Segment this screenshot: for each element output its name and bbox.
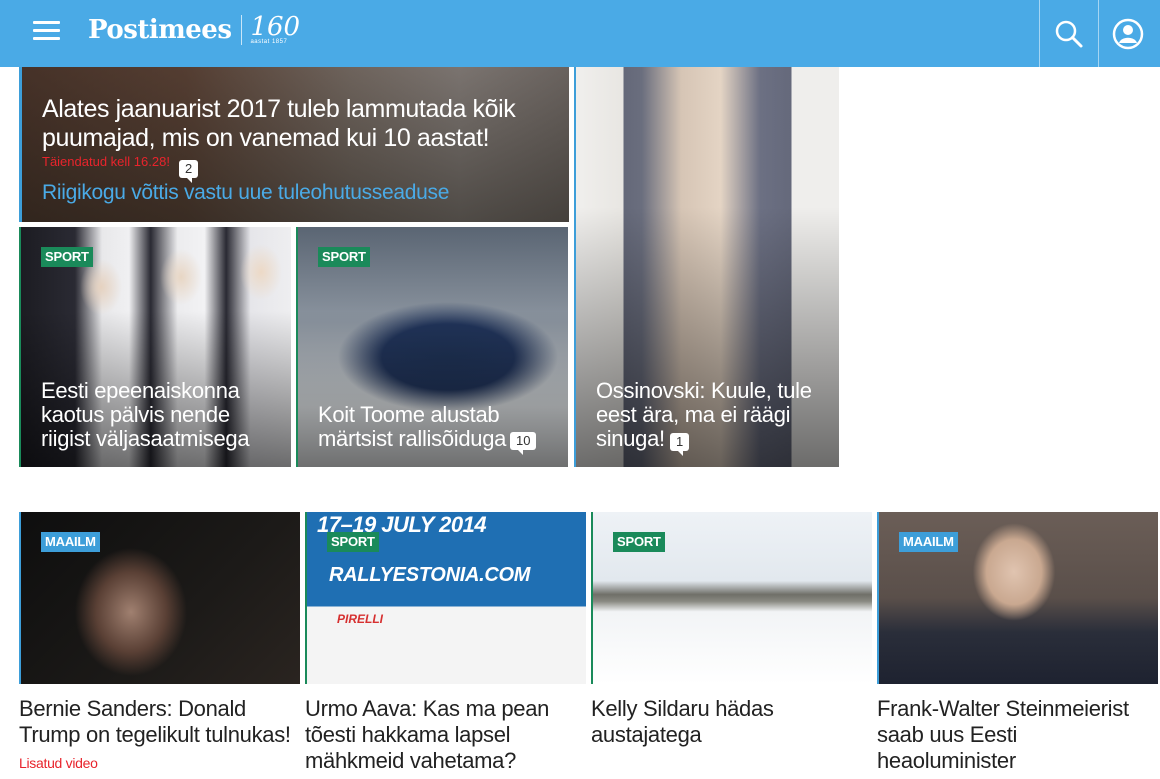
anniversary-subtitle: aastat 1857 bbox=[250, 39, 288, 45]
card-headline[interactable]: Frank-Walter Steinmeierist saab uus Eest… bbox=[877, 696, 1158, 774]
comment-count-badge: 2 bbox=[179, 160, 199, 183]
story-comments[interactable]: 1 bbox=[670, 433, 690, 456]
card-headline[interactable]: Urmo Aava: Kas ma pean tõesti hakkama la… bbox=[305, 696, 586, 774]
category-tag[interactable]: SPORT bbox=[318, 247, 370, 267]
lead-story-tile[interactable]: Alates jaanuarist 2017 tuleb lammutada k… bbox=[19, 67, 569, 222]
anniversary-number: 160 bbox=[250, 12, 301, 42]
news-card[interactable]: MAAILM Bernie Sanders: Donald Trump on t… bbox=[19, 512, 300, 776]
news-card[interactable]: MAAILM Frank-Walter Steinmeierist saab u… bbox=[877, 512, 1158, 774]
video-note: Lisatud video bbox=[19, 755, 98, 771]
site-header: Postimees 160 aastat 1857 bbox=[0, 0, 1160, 67]
card-image[interactable]: MAAILM bbox=[877, 512, 1158, 684]
story-title[interactable]: Eesti epeenaiskonna kaotus pälvis nende … bbox=[41, 379, 273, 451]
lead-story-title[interactable]: Alates jaanuarist 2017 tuleb lammutada k… bbox=[42, 95, 542, 153]
news-card[interactable]: 17–19 JULY 2014 RALLYESTONIA.COM PIRELLI… bbox=[305, 512, 586, 774]
story-tile-rally[interactable]: SPORT Koit Toome alustab märtsist rallis… bbox=[296, 227, 568, 467]
sponsor-text: PIRELLI bbox=[337, 612, 384, 626]
headline-text[interactable]: Bernie Sanders: Donald Trump on tegeliku… bbox=[19, 696, 291, 747]
hamburger-menu-icon[interactable] bbox=[33, 21, 60, 41]
story-tile-fencing[interactable]: SPORT Eesti epeenaiskonna kaotus pälvis … bbox=[19, 227, 291, 467]
rally-banner-text: RALLYESTONIA.COM bbox=[329, 564, 531, 586]
story-title[interactable]: Ossinovski: Kuule, tule eest ära, ma ei … bbox=[596, 379, 821, 451]
related-story-link[interactable]: Riigikogu võttis vastu uue tuleohutussea… bbox=[42, 181, 449, 205]
category-tag[interactable]: MAAILM bbox=[41, 532, 100, 552]
site-logo[interactable]: Postimees 160 aastat 1857 bbox=[88, 14, 300, 45]
category-tag[interactable]: SPORT bbox=[613, 532, 665, 552]
category-tag[interactable]: MAAILM bbox=[899, 532, 958, 552]
card-headline[interactable]: Kelly Sildaru hädas austajatega bbox=[591, 696, 872, 748]
logo-wordmark: Postimees bbox=[88, 14, 232, 45]
comment-count-badge: 1 bbox=[670, 433, 690, 456]
story-tile-ossinovski[interactable]: Ossinovski: Kuule, tule eest ära, ma ei … bbox=[574, 67, 839, 467]
card-image[interactable]: SPORT bbox=[591, 512, 872, 684]
card-headline[interactable]: Bernie Sanders: Donald Trump on tegeliku… bbox=[19, 696, 300, 776]
lead-story-comments[interactable]: 2 bbox=[179, 160, 199, 183]
card-image[interactable]: 17–19 JULY 2014 RALLYESTONIA.COM PIRELLI… bbox=[305, 512, 586, 684]
news-card[interactable]: SPORT Kelly Sildaru hädas austajatega bbox=[591, 512, 872, 748]
anniversary-badge: 160 aastat 1857 bbox=[250, 14, 300, 45]
user-account-button[interactable] bbox=[1098, 0, 1157, 67]
card-image[interactable]: MAAILM bbox=[19, 512, 300, 684]
story-comments[interactable]: 10 bbox=[510, 432, 537, 455]
user-icon bbox=[1112, 18, 1144, 49]
search-button[interactable] bbox=[1039, 0, 1098, 67]
logo-divider bbox=[241, 14, 243, 45]
category-tag[interactable]: SPORT bbox=[327, 532, 379, 552]
search-icon bbox=[1055, 20, 1083, 47]
story-title[interactable]: Koit Toome alustab märtsist rallisõiduga bbox=[318, 403, 508, 451]
category-tag[interactable]: SPORT bbox=[41, 247, 93, 267]
lead-story-updated: Täiendatud kell 16.28! bbox=[42, 154, 170, 169]
comment-count-badge: 10 bbox=[510, 432, 537, 455]
